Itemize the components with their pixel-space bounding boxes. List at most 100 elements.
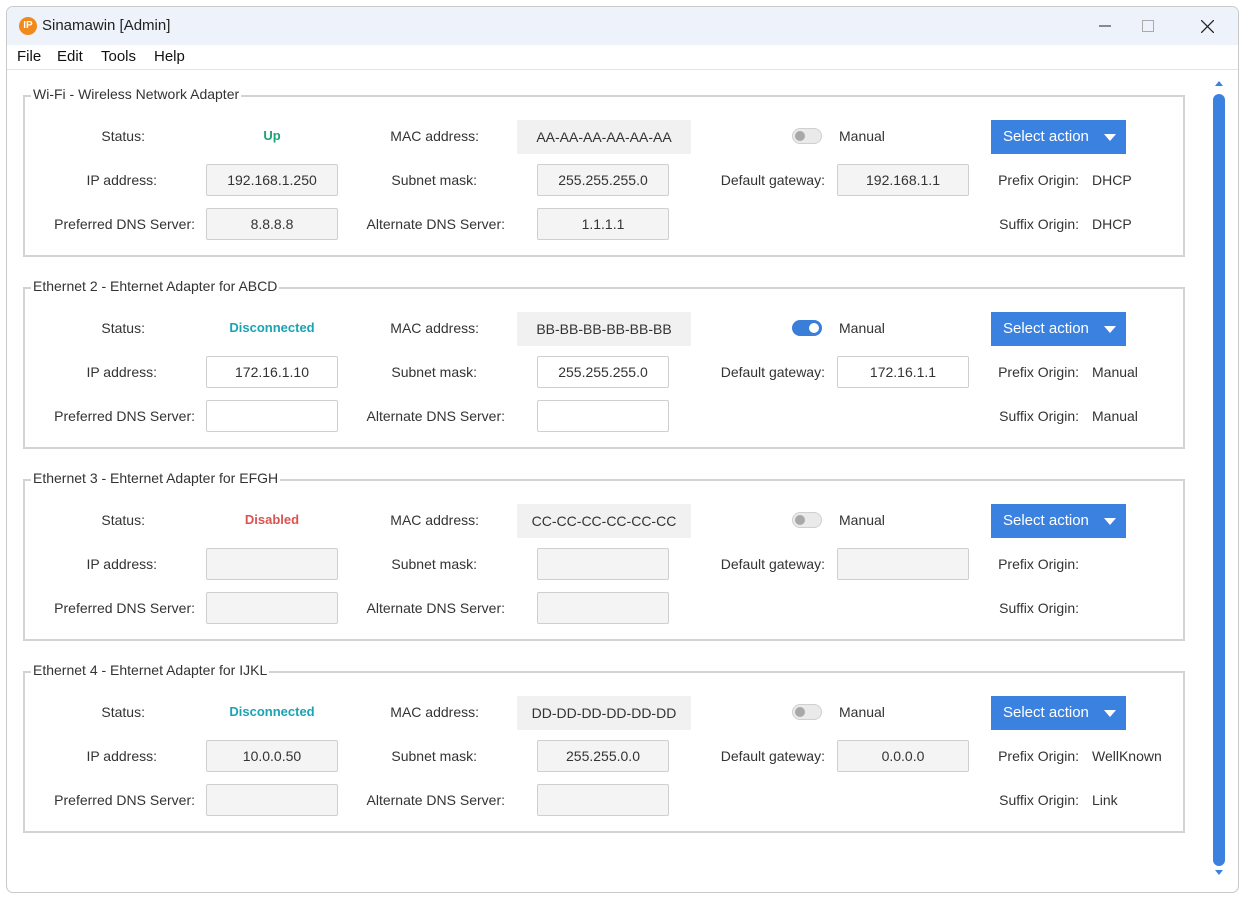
app-icon: IP (19, 17, 37, 35)
suffix-origin-label: Suffix Origin: (999, 600, 1079, 616)
scrollbar-thumb[interactable] (1213, 94, 1225, 866)
preferred-dns-field[interactable]: 8.8.8.8 (206, 208, 338, 240)
select-action-button[interactable]: Select action (991, 120, 1126, 154)
manual-label: Manual (839, 704, 885, 720)
adapter-group: Ethernet 3 - Ehternet Adapter for EFGH St… (23, 470, 1185, 641)
subnet-label: Subnet mask: (391, 748, 477, 764)
gateway-field[interactable]: 0.0.0.0 (837, 740, 969, 772)
suffix-origin-value: Link (1092, 792, 1118, 808)
close-button[interactable] (1184, 11, 1230, 41)
select-action-label: Select action (1003, 512, 1089, 529)
preferred-dns-label: Preferred DNS Server: (54, 600, 195, 616)
alternate-dns-label: Alternate DNS Server: (366, 216, 506, 232)
mac-value: AA-AA-AA-AA-AA-AA (517, 120, 691, 154)
scroll-down-arrow-icon[interactable] (1215, 870, 1223, 875)
manual-label: Manual (839, 320, 885, 336)
adapter-group: Ethernet 4 - Ehternet Adapter for IJKL St… (23, 662, 1185, 833)
toggle-knob (795, 707, 805, 717)
manual-toggle[interactable] (792, 512, 822, 528)
adapter-list: Wi-Fi - Wireless Network Adapter Status: U… (7, 70, 1238, 892)
ip-label: IP address: (86, 748, 157, 764)
select-action-button[interactable]: Select action (991, 312, 1126, 346)
menu-tools[interactable]: Tools (101, 48, 136, 65)
subnet-field[interactable]: 255.255.0.0 (537, 740, 669, 772)
preferred-dns-label: Preferred DNS Server: (54, 792, 195, 808)
alternate-dns-field[interactable] (537, 592, 669, 624)
subnet-label: Subnet mask: (391, 556, 477, 572)
chevron-down-icon (1104, 134, 1116, 141)
minimize-icon (1099, 25, 1111, 27)
gateway-field[interactable] (837, 548, 969, 580)
suffix-origin-label: Suffix Origin: (999, 792, 1079, 808)
mac-value: BB-BB-BB-BB-BB-BB (517, 312, 691, 346)
prefix-origin-value: Manual (1092, 364, 1138, 380)
menu-file[interactable]: File (17, 48, 41, 65)
gateway-label: Default gateway: (720, 556, 825, 572)
ip-field[interactable] (206, 548, 338, 580)
status-value: Up (263, 128, 281, 143)
subnet-field[interactable] (537, 548, 669, 580)
menu-help[interactable]: Help (154, 48, 185, 65)
ip-field[interactable]: 172.16.1.10 (206, 356, 338, 388)
maximize-button[interactable] (1125, 11, 1171, 41)
manual-label: Manual (839, 128, 885, 144)
status-label: Status: (101, 704, 145, 720)
ip-field[interactable]: 192.168.1.250 (206, 164, 338, 196)
status-value: Disconnected (229, 320, 315, 335)
subnet-label: Subnet mask: (391, 364, 477, 380)
gateway-label: Default gateway: (720, 172, 825, 188)
ip-label: IP address: (86, 172, 157, 188)
app-window: IP Sinamawin [Admin] File Edit Tools Hel… (6, 6, 1239, 893)
mac-label: MAC address: (390, 128, 479, 144)
prefix-origin-value: WellKnown (1092, 748, 1162, 764)
mac-value: DD-DD-DD-DD-DD-DD (517, 696, 691, 730)
prefix-origin-label: Prefix Origin: (998, 364, 1079, 380)
adapter-title: Ethernet 3 - Ehternet Adapter for EFGH (31, 470, 281, 486)
toggle-knob (809, 323, 819, 333)
preferred-dns-field[interactable] (206, 592, 338, 624)
gateway-field[interactable]: 192.168.1.1 (837, 164, 969, 196)
status-label: Status: (101, 512, 145, 528)
mac-label: MAC address: (390, 704, 479, 720)
subnet-field[interactable]: 255.255.255.0 (537, 356, 669, 388)
maximize-icon (1142, 20, 1154, 32)
preferred-dns-field[interactable] (206, 400, 338, 432)
gateway-field[interactable]: 172.16.1.1 (837, 356, 969, 388)
menu-edit[interactable]: Edit (57, 48, 83, 65)
suffix-origin-label: Suffix Origin: (999, 216, 1079, 232)
adapter-group: Ethernet 2 - Ehternet Adapter for ABCD St… (23, 278, 1185, 449)
adapter-title: Ethernet 4 - Ehternet Adapter for IJKL (31, 662, 270, 678)
ip-field[interactable]: 10.0.0.50 (206, 740, 338, 772)
manual-toggle[interactable] (792, 704, 822, 720)
alternate-dns-field[interactable] (537, 400, 669, 432)
select-action-label: Select action (1003, 320, 1089, 337)
prefix-origin-label: Prefix Origin: (998, 172, 1079, 188)
status-label: Status: (101, 320, 145, 336)
select-action-button[interactable]: Select action (991, 696, 1126, 730)
gateway-label: Default gateway: (720, 364, 825, 380)
status-value: Disabled (244, 512, 300, 527)
adapter-group: Wi-Fi - Wireless Network Adapter Status: U… (23, 86, 1185, 257)
preferred-dns-field[interactable] (206, 784, 338, 816)
adapter-title: Ethernet 2 - Ehternet Adapter for ABCD (31, 278, 280, 294)
subnet-field[interactable]: 255.255.255.0 (537, 164, 669, 196)
status-label: Status: (101, 128, 145, 144)
select-action-label: Select action (1003, 704, 1089, 721)
mac-label: MAC address: (390, 512, 479, 528)
alternate-dns-field[interactable]: 1.1.1.1 (537, 208, 669, 240)
alternate-dns-label: Alternate DNS Server: (366, 408, 506, 424)
alternate-dns-field[interactable] (537, 784, 669, 816)
scroll-up-arrow-icon[interactable] (1215, 81, 1223, 86)
prefix-origin-value: DHCP (1092, 172, 1132, 188)
prefix-origin-label: Prefix Origin: (998, 748, 1079, 764)
preferred-dns-label: Preferred DNS Server: (54, 408, 195, 424)
gateway-label: Default gateway: (720, 748, 825, 764)
manual-toggle[interactable] (792, 128, 822, 144)
select-action-button[interactable]: Select action (991, 504, 1126, 538)
alternate-dns-label: Alternate DNS Server: (366, 792, 506, 808)
select-action-label: Select action (1003, 128, 1089, 145)
manual-toggle[interactable] (792, 320, 822, 336)
manual-label: Manual (839, 512, 885, 528)
alternate-dns-label: Alternate DNS Server: (366, 600, 506, 616)
minimize-button[interactable] (1082, 11, 1128, 41)
